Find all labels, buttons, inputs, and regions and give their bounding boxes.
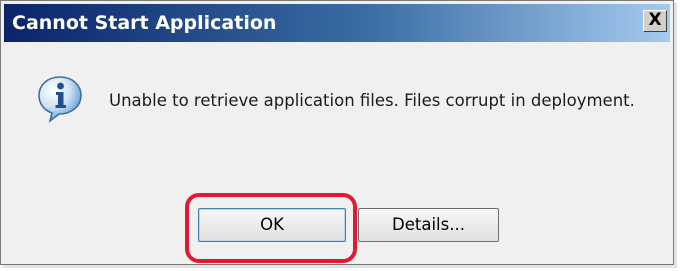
window-title: Cannot Start Application [12,12,277,34]
details-button[interactable]: Details... [358,208,499,242]
info-icon [38,76,82,124]
title-bar: Cannot Start Application X [4,4,670,42]
error-dialog: Cannot Start Application X Unable to ret… [0,0,674,265]
close-button[interactable]: X [643,10,667,32]
ok-button[interactable]: OK [198,208,346,242]
close-icon: X [648,10,662,30]
error-message: Unable to retrieve application files. Fi… [109,91,635,110]
